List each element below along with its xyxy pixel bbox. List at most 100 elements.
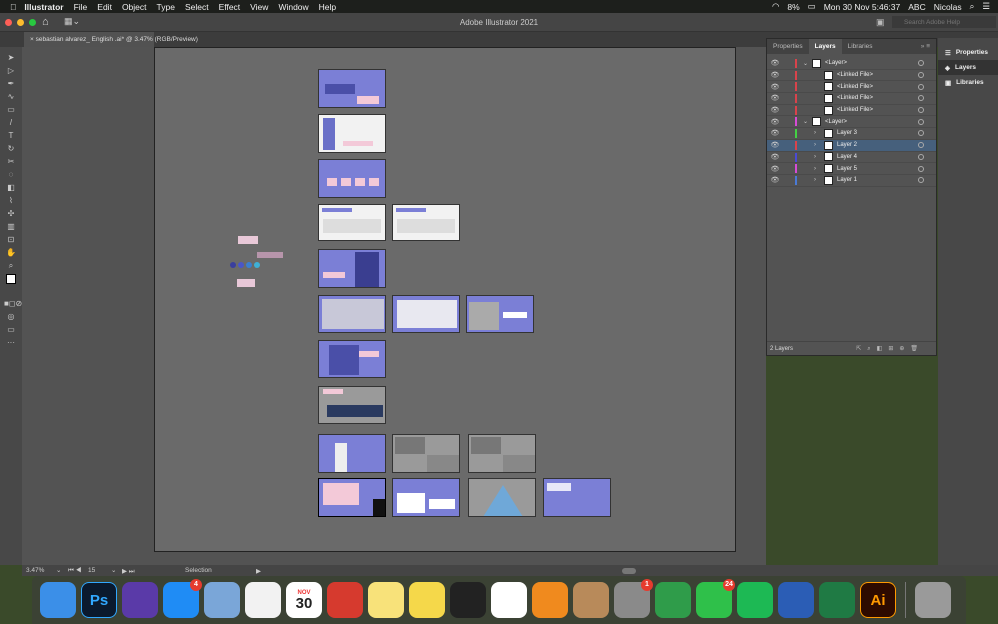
arrange-documents-icon[interactable]: ▣ bbox=[876, 17, 885, 28]
layer-name[interactable]: <Linked File> bbox=[837, 107, 873, 113]
search-help-input[interactable] bbox=[892, 16, 996, 28]
target-circle-icon[interactable] bbox=[918, 142, 924, 149]
export-icon[interactable]: ⇱ bbox=[856, 346, 867, 352]
dock-stickies-icon[interactable] bbox=[409, 582, 445, 618]
dock-aperture-icon[interactable] bbox=[450, 582, 486, 618]
artboard[interactable] bbox=[318, 159, 386, 198]
clipping-mask-icon[interactable]: ◧ bbox=[877, 346, 889, 352]
menu-object[interactable]: Object bbox=[122, 2, 147, 12]
visibility-eye-icon[interactable]: 👁 bbox=[767, 94, 783, 102]
draw-mode-icon[interactable]: ◎ bbox=[4, 312, 18, 322]
control-center-icon[interactable]: ☰ bbox=[982, 1, 990, 12]
tab-properties[interactable]: Properties bbox=[767, 39, 809, 54]
gradient-tool-icon[interactable]: ◧ bbox=[4, 183, 18, 193]
target-circle-icon[interactable] bbox=[918, 153, 924, 160]
type-tool-icon[interactable]: T bbox=[4, 131, 18, 141]
current-tool[interactable]: Selection bbox=[185, 567, 212, 574]
target-circle-icon[interactable] bbox=[918, 72, 924, 79]
layer-name[interactable]: Layer 2 bbox=[837, 142, 857, 148]
dock-mail-icon[interactable] bbox=[204, 582, 240, 618]
apple-icon[interactable]:  bbox=[10, 2, 16, 12]
layer-row[interactable]: 👁 › Layer 2 bbox=[767, 139, 936, 152]
pen-tool-icon[interactable]: ✒ bbox=[4, 79, 18, 89]
artboard[interactable] bbox=[318, 340, 386, 378]
layer-name[interactable]: <Layer> bbox=[825, 60, 847, 66]
zoom-tool-icon[interactable]: ⌕ bbox=[4, 261, 18, 271]
battery-icon[interactable]: ▭ bbox=[808, 1, 816, 12]
chevron-right-icon[interactable]: › bbox=[814, 154, 816, 160]
layer-row[interactable]: 👁 <Linked File> bbox=[767, 105, 936, 117]
artboard[interactable] bbox=[318, 434, 386, 473]
menu-select[interactable]: Select bbox=[185, 2, 209, 12]
layer-name[interactable]: <Linked File> bbox=[837, 95, 873, 101]
chevron-right-icon[interactable]: › bbox=[814, 166, 816, 172]
artboard[interactable] bbox=[318, 249, 386, 288]
dock-books-icon[interactable] bbox=[532, 582, 568, 618]
status-menu-icon[interactable]: ▶ bbox=[256, 567, 261, 575]
layer-row[interactable]: 👁 › Layer 4 bbox=[767, 152, 936, 164]
fill-stroke-icon[interactable] bbox=[4, 274, 18, 296]
dock-word-icon[interactable] bbox=[778, 582, 814, 618]
spotlight-icon[interactable]: ⌕ bbox=[970, 1, 975, 12]
panel-menu-icon[interactable]: » ≡ bbox=[915, 39, 936, 54]
chevron-right-icon[interactable]: › bbox=[814, 177, 816, 183]
menu-view[interactable]: View bbox=[250, 2, 268, 12]
menu-effect[interactable]: Effect bbox=[219, 2, 241, 12]
layer-name[interactable]: Layer 1 bbox=[837, 177, 857, 183]
dock-photos-icon[interactable] bbox=[245, 582, 281, 618]
target-circle-icon[interactable] bbox=[918, 83, 924, 90]
visibility-eye-icon[interactable]: 👁 bbox=[767, 59, 783, 67]
chevron-down-icon[interactable]: ⌄ bbox=[803, 60, 808, 67]
artboard[interactable] bbox=[318, 69, 386, 108]
artboard[interactable] bbox=[392, 478, 460, 517]
visibility-eye-icon[interactable]: 👁 bbox=[767, 153, 783, 161]
next-artboard-icon[interactable]: ▶ ⏭ bbox=[122, 567, 135, 576]
dock-popcorn-time-icon[interactable] bbox=[327, 582, 363, 618]
artboard-tool-icon[interactable]: ⊡ bbox=[4, 235, 18, 245]
zoom-dropdown-icon[interactable]: ⌄ bbox=[56, 566, 61, 574]
artboard-number[interactable]: 15 bbox=[88, 567, 95, 574]
visibility-eye-icon[interactable]: 👁 bbox=[767, 141, 783, 149]
scissors-tool-icon[interactable]: ✂ bbox=[4, 157, 18, 167]
delete-layer-icon[interactable]: 🗑 bbox=[910, 346, 924, 352]
artboard[interactable] bbox=[392, 434, 460, 473]
dock-calendar-icon[interactable]: NOV 30 bbox=[286, 582, 322, 618]
menu-app[interactable]: Illustrator bbox=[24, 2, 63, 12]
artboard[interactable] bbox=[318, 295, 386, 333]
selection-tool-icon[interactable]: ➤ bbox=[4, 53, 18, 63]
visibility-eye-icon[interactable]: 👁 bbox=[767, 106, 783, 114]
target-circle-icon[interactable] bbox=[918, 165, 924, 172]
menu-window[interactable]: Window bbox=[278, 2, 308, 12]
dock-notes-icon[interactable] bbox=[368, 582, 404, 618]
libraries-panel-button[interactable]: ▣ Libraries bbox=[938, 75, 998, 90]
layer-name[interactable]: Layer 5 bbox=[837, 166, 857, 172]
dock-app-store-icon[interactable]: 4 bbox=[163, 579, 202, 618]
target-circle-icon[interactable] bbox=[918, 118, 924, 125]
horizontal-scrollbar[interactable] bbox=[622, 568, 636, 574]
artboard-dropdown-icon[interactable]: ⌄ bbox=[111, 566, 116, 574]
rotate-tool-icon[interactable]: ↻ bbox=[4, 144, 18, 154]
chevron-right-icon[interactable]: › bbox=[814, 142, 816, 148]
artboard[interactable] bbox=[318, 386, 386, 424]
layer-name[interactable]: Layer 4 bbox=[837, 154, 857, 160]
dock-whatsapp-icon[interactable]: 24 bbox=[696, 579, 735, 618]
input-source[interactable]: ABC bbox=[908, 2, 925, 12]
visibility-eye-icon[interactable]: 👁 bbox=[767, 71, 783, 79]
chevron-down-icon[interactable]: ⌄ bbox=[803, 118, 808, 125]
hand-tool-icon[interactable]: ✋ bbox=[4, 248, 18, 258]
layer-name[interactable]: <Linked File> bbox=[837, 72, 873, 78]
menu-edit[interactable]: Edit bbox=[97, 2, 112, 12]
layer-row[interactable]: 👁 ⌄ <Layer> bbox=[767, 116, 936, 129]
dock-photoshop-icon[interactable]: Ps bbox=[81, 582, 117, 618]
layer-row[interactable]: 👁 › Layer 5 bbox=[767, 163, 936, 175]
more-tools-icon[interactable]: ··· bbox=[4, 338, 18, 348]
locate-object-icon[interactable]: ⌕ bbox=[867, 346, 876, 352]
dock-siri-icon[interactable] bbox=[122, 582, 158, 618]
layer-row[interactable]: 👁 <Linked File> bbox=[767, 70, 936, 82]
layers-panel-button[interactable]: ◈ Layers bbox=[938, 60, 998, 75]
artboard[interactable] bbox=[318, 114, 386, 153]
dock-spotify-icon[interactable] bbox=[737, 582, 773, 618]
wifi-icon[interactable]: ◠ bbox=[772, 1, 779, 12]
layer-name[interactable]: <Linked File> bbox=[837, 84, 873, 90]
dock-chrome-icon[interactable] bbox=[491, 582, 527, 618]
